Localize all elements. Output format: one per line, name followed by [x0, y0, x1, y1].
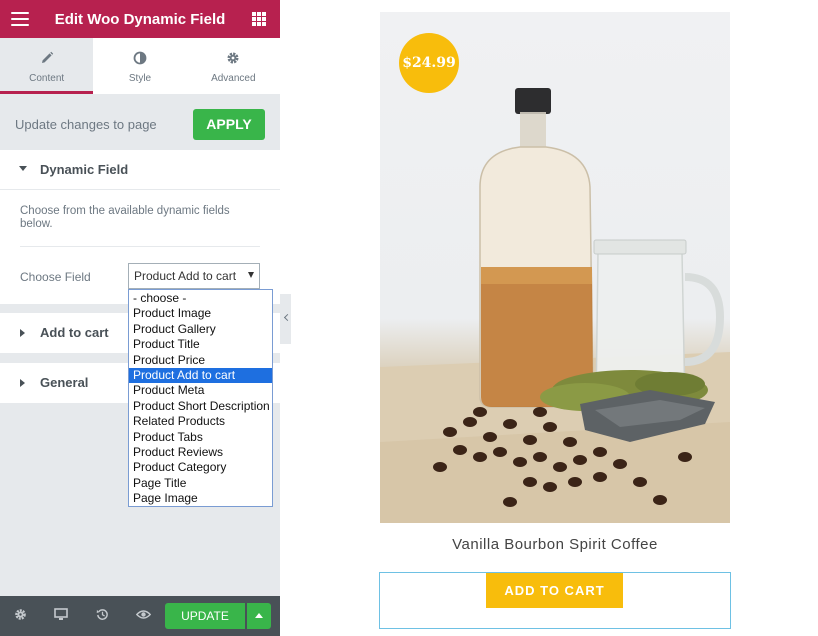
option-product-gallery[interactable]: Product Gallery: [129, 322, 272, 337]
tab-content[interactable]: Content: [0, 38, 94, 94]
option-product-image[interactable]: Product Image: [129, 306, 272, 321]
settings-icon[interactable]: [14, 608, 27, 621]
apply-hint-text: Update changes to page: [15, 117, 157, 132]
history-icon[interactable]: [96, 608, 109, 621]
choose-field-options: - choose - Product Image Product Gallery…: [128, 289, 273, 507]
option-product-short-description[interactable]: Product Short Description: [129, 399, 272, 414]
responsive-desktop-icon[interactable]: [54, 608, 68, 621]
half-circle-icon: [133, 51, 147, 65]
field-description: Choose from the available dynamic fields…: [20, 205, 230, 230]
divider: [20, 246, 260, 247]
update-options-button[interactable]: [247, 603, 271, 629]
caret-right-icon: [20, 329, 25, 337]
choose-field-select[interactable]: Product Add to cart: [128, 263, 260, 289]
preview-eye-icon[interactable]: [136, 609, 151, 620]
option-choose[interactable]: - choose -: [129, 291, 272, 306]
widgets-grid-icon[interactable]: [252, 12, 266, 26]
product-title: Vanilla Bourbon Spirit Coffee: [452, 536, 658, 553]
panel-title: Edit Woo Dynamic Field: [54, 11, 226, 28]
editor-window: Edit Woo Dynamic Field Content Style Adv…: [0, 0, 818, 636]
panel-header: Edit Woo Dynamic Field: [0, 0, 280, 38]
option-related-products[interactable]: Related Products: [129, 414, 272, 429]
option-product-tabs[interactable]: Product Tabs: [129, 430, 272, 445]
tab-style[interactable]: Style: [93, 38, 186, 94]
tab-advanced-label: Advanced: [211, 73, 256, 84]
gear-icon: [227, 52, 239, 64]
add-to-cart-button[interactable]: ADD TO CART: [486, 573, 623, 608]
section-dynamic-field-title: Dynamic Field: [40, 162, 129, 177]
caret-down-icon: [19, 166, 27, 171]
collapse-panel-toggle[interactable]: [280, 294, 292, 344]
update-button[interactable]: UPDATE: [165, 603, 245, 629]
caret-up-icon: [255, 613, 263, 618]
caret-right-icon: [20, 379, 25, 387]
option-product-meta[interactable]: Product Meta: [129, 383, 272, 398]
price-badge: $24.99: [399, 33, 459, 93]
option-product-reviews[interactable]: Product Reviews: [129, 445, 272, 460]
option-product-add-to-cart[interactable]: Product Add to cart: [129, 367, 272, 384]
chevron-left-icon: [283, 313, 292, 322]
tab-style-label: Style: [128, 73, 152, 84]
tab-advanced[interactable]: Advanced: [187, 38, 280, 94]
apply-button[interactable]: APPLY: [193, 109, 265, 140]
pencil-icon: [41, 51, 53, 63]
option-product-title[interactable]: Product Title: [129, 337, 272, 352]
section-dynamic-field-header[interactable]: Dynamic Field: [0, 150, 280, 190]
section-general-title: General: [40, 375, 89, 390]
dropdown-arrow-icon: [248, 272, 254, 278]
choose-field-label: Choose Field: [20, 270, 91, 284]
option-page-title[interactable]: Page Title: [129, 476, 272, 491]
tab-content-label: Content: [29, 73, 65, 84]
editor-panel: Edit Woo Dynamic Field Content Style Adv…: [0, 0, 280, 636]
section-add-to-cart-title: Add to cart: [40, 325, 109, 340]
option-product-price[interactable]: Product Price: [129, 353, 272, 368]
option-product-category[interactable]: Product Category: [129, 460, 272, 475]
choose-field-value: Product Add to cart: [134, 269, 237, 283]
panel-tabs: Content Style Advanced: [0, 38, 280, 94]
option-page-image[interactable]: Page Image: [129, 491, 272, 506]
